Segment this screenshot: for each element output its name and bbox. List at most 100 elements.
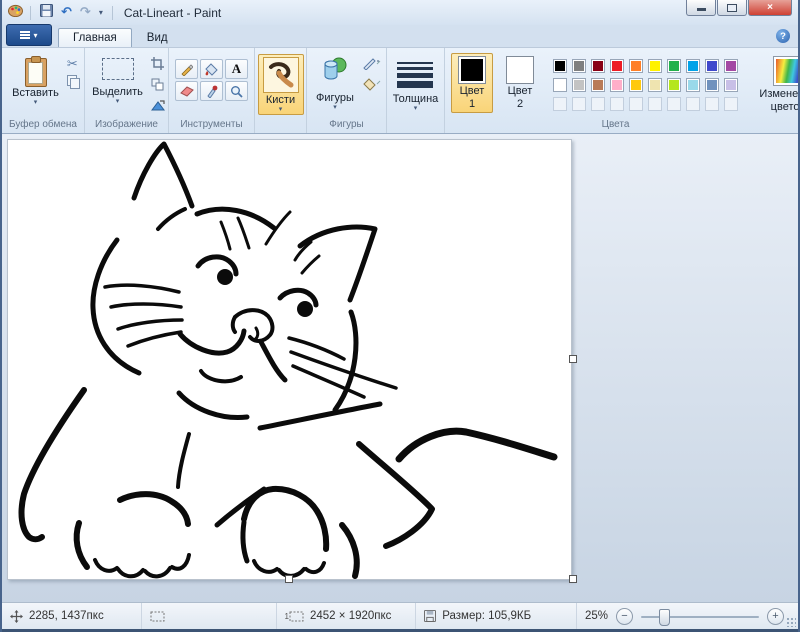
paint-logo-icon (8, 4, 23, 22)
close-button[interactable]: × (748, 0, 792, 16)
group-tools: A Инструменты (169, 48, 255, 133)
shapes-icon (320, 56, 350, 91)
qat-customize-button[interactable]: ▾ (97, 6, 105, 20)
fill-icon (362, 78, 382, 92)
palette-empty-slot[interactable] (686, 97, 700, 111)
color1-swatch (458, 56, 486, 84)
brushes-button[interactable]: Кисти ▾ (258, 54, 304, 115)
palette-swatch[interactable] (705, 78, 719, 92)
palette-swatch[interactable] (724, 78, 738, 92)
palette-swatch[interactable] (648, 78, 662, 92)
crop-button[interactable] (151, 57, 166, 75)
maximize-button[interactable] (717, 0, 747, 16)
outline-icon (362, 57, 382, 70)
file-menu-button[interactable]: ▾ (6, 24, 52, 46)
color2-button[interactable]: Цвет 2 (499, 53, 541, 113)
thickness-button[interactable]: Толщина ▾ (388, 53, 444, 114)
palette-swatch[interactable] (667, 59, 681, 73)
fill-tool[interactable] (200, 59, 223, 79)
palette-empty-slot[interactable] (629, 97, 643, 111)
tab-home[interactable]: Главная (58, 28, 132, 47)
zoom-slider[interactable] (641, 609, 759, 624)
palette-swatch[interactable] (724, 59, 738, 73)
palette-swatch[interactable] (553, 59, 567, 73)
rotate-button[interactable] (151, 99, 166, 117)
resize-grip[interactable] (786, 617, 796, 627)
canvas-resize-handle-corner[interactable] (569, 575, 577, 583)
brush-icon (263, 57, 299, 93)
chevron-down-icon: ▾ (333, 104, 337, 110)
resize-icon (151, 78, 164, 91)
canvas-resize-handle-bottom[interactable] (285, 575, 293, 583)
zoom-in-button[interactable]: + (767, 608, 784, 625)
minimize-button[interactable] (686, 0, 716, 16)
palette-swatch[interactable] (648, 59, 662, 73)
palette-swatch[interactable] (610, 78, 624, 92)
palette-swatch[interactable] (629, 59, 643, 73)
image-dimensions-value: 2452 × 1920пкс (310, 610, 391, 622)
maximize-icon (727, 4, 737, 12)
palette-swatch[interactable] (705, 59, 719, 73)
magnifier-icon (230, 85, 243, 98)
shapes-button[interactable]: Фигуры ▾ (311, 53, 359, 113)
palette-swatch[interactable] (610, 59, 624, 73)
palette-swatch[interactable] (667, 78, 681, 92)
palette-swatch[interactable] (686, 59, 700, 73)
zoom-slider-thumb[interactable] (659, 609, 670, 626)
palette-swatch[interactable] (553, 78, 567, 92)
color-palette (547, 53, 744, 111)
palette-empty-slot[interactable] (591, 97, 605, 111)
palette-swatch[interactable] (572, 78, 586, 92)
palette-empty-slot[interactable] (553, 97, 567, 111)
zoom-level-value: 25% (585, 610, 608, 622)
drawing-canvas[interactable] (7, 139, 572, 580)
color1-button[interactable]: Цвет 1 (451, 53, 493, 113)
group-brushes: Кисти ▾ (255, 48, 307, 133)
group-colors: Цвет 1 Цвет 2 Изменение цветов Цвета (445, 48, 786, 133)
copy-button[interactable] (67, 75, 79, 87)
palette-swatch[interactable] (591, 78, 605, 92)
palette-empty-slot[interactable] (610, 97, 624, 111)
group-label-colors: Цвета (602, 117, 630, 133)
eyedropper-icon (206, 85, 218, 98)
redo-button[interactable]: ↷ (78, 6, 93, 20)
cut-button[interactable]: ✂ (67, 57, 79, 72)
resize-button[interactable] (151, 78, 166, 96)
palette-empty-slot[interactable] (724, 97, 738, 111)
rainbow-gradient-icon (773, 56, 800, 86)
paint-window: ↶ ↷ ▾ Cat-Lineart - Paint × ▾ Главная Ви… (0, 0, 800, 632)
shape-fill-button[interactable] (362, 78, 382, 97)
palette-empty-slot[interactable] (572, 97, 586, 111)
eraser-tool[interactable] (175, 81, 198, 101)
edit-colors-button[interactable]: Изменение цветов (750, 53, 800, 116)
cursor-position-segment: 2285, 1437пкс (2, 603, 142, 629)
palette-empty-slot[interactable] (648, 97, 662, 111)
workspace (2, 134, 798, 603)
shape-outline-button[interactable] (362, 57, 382, 75)
magnifier-tool[interactable] (225, 81, 248, 101)
palette-swatch[interactable] (629, 78, 643, 92)
title-bar: ↶ ↷ ▾ Cat-Lineart - Paint × (2, 0, 798, 25)
canvas-resize-handle-right[interactable] (569, 355, 577, 363)
floppy-icon (424, 610, 436, 622)
palette-swatch[interactable] (591, 59, 605, 73)
save-button[interactable] (38, 4, 55, 21)
zoom-out-button[interactable]: − (616, 608, 633, 625)
select-button[interactable]: Выделить ▾ (87, 53, 148, 107)
help-button[interactable]: ? (776, 29, 790, 43)
ribbon: Вставить ▾ ✂ Буфер обмена Выделить ▾ (2, 48, 798, 134)
pencil-tool[interactable] (175, 59, 198, 79)
palette-empty-slot[interactable] (667, 97, 681, 111)
text-tool[interactable]: A (225, 59, 248, 79)
palette-empty-slot[interactable] (705, 97, 719, 111)
eraser-icon (180, 86, 194, 97)
palette-swatch[interactable] (572, 59, 586, 73)
undo-button[interactable]: ↶ (59, 6, 74, 20)
tab-view[interactable]: Вид (132, 28, 183, 47)
clipboard-icon (23, 56, 47, 86)
color-picker-tool[interactable] (200, 81, 223, 101)
paste-button[interactable]: Вставить ▾ (7, 53, 64, 108)
close-icon: × (767, 2, 773, 13)
palette-swatch[interactable] (686, 78, 700, 92)
floppy-icon (40, 4, 53, 17)
